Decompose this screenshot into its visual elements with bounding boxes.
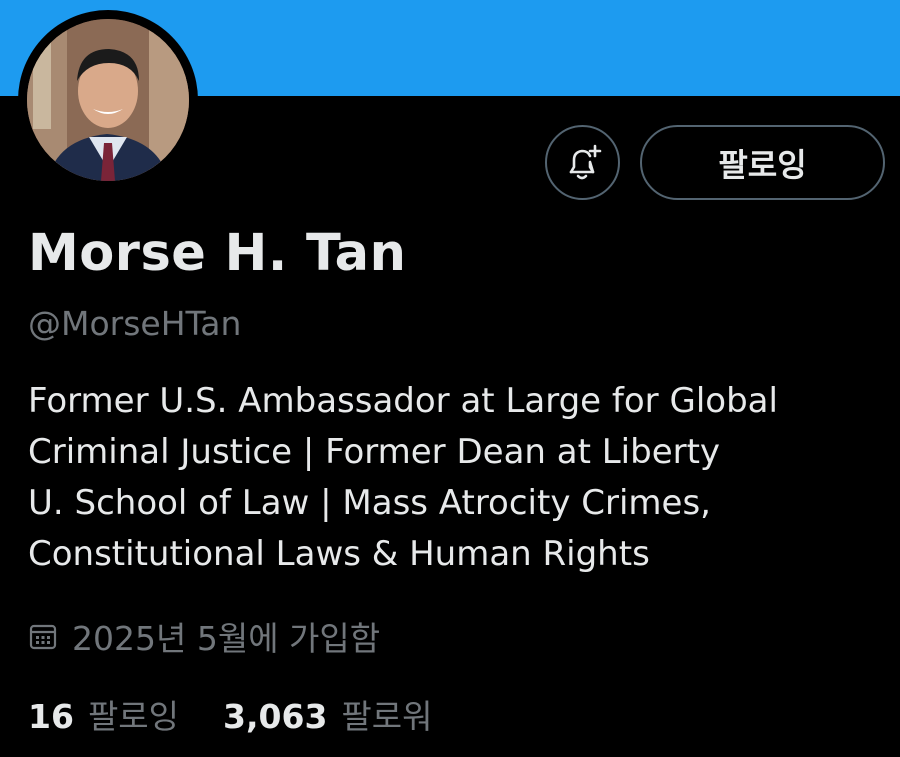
bell-plus-icon — [569, 144, 601, 179]
profile-handle: @MorseHTan — [28, 304, 242, 343]
profile-bio: Former U.S. Ambassador at Large for Glob… — [28, 381, 778, 574]
avatar-frame — [18, 10, 198, 190]
following-button[interactable]: 팔로잉 — [640, 125, 885, 200]
profile-name: Morse H. Tan — [28, 224, 407, 283]
avatar-photo — [27, 19, 189, 181]
calendar-icon — [29, 624, 57, 650]
following-label: 팔로잉 — [87, 697, 180, 736]
following-stat-link[interactable]: 16 팔로잉 — [28, 690, 179, 738]
following-count: 16 — [28, 697, 74, 736]
join-date: 2025년 5월에 가입함 — [28, 612, 380, 660]
followers-stat-link[interactable]: 3,063 팔로워 — [223, 690, 432, 738]
join-date-text: 2025년 5월에 가입함 — [72, 619, 381, 658]
avatar[interactable] — [27, 19, 189, 181]
notify-button[interactable] — [545, 125, 620, 200]
followers-count: 3,063 — [223, 697, 328, 736]
followers-label: 팔로워 — [341, 697, 433, 736]
follow-stats: 16 팔로잉 3,063 팔로워 — [28, 690, 477, 738]
